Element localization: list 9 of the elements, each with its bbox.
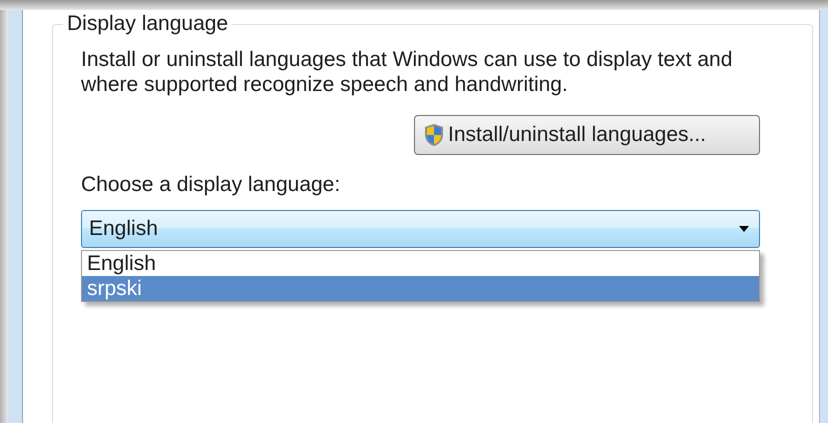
shield-icon (423, 123, 445, 147)
select-label: Choose a display language: (81, 173, 340, 197)
dropdown-option[interactable]: srpski (82, 276, 759, 301)
dropdown-option[interactable]: English (82, 251, 759, 276)
group-title: Display language (63, 12, 232, 36)
description-text: Install or uninstall languages that Windows can use to display text and where supported recognize speech and handwriting. (81, 47, 734, 97)
caret-icon (739, 226, 749, 232)
language-dropdown[interactable]: English (81, 210, 760, 248)
install-languages-button[interactable]: Install/uninstall languages... (414, 115, 760, 155)
